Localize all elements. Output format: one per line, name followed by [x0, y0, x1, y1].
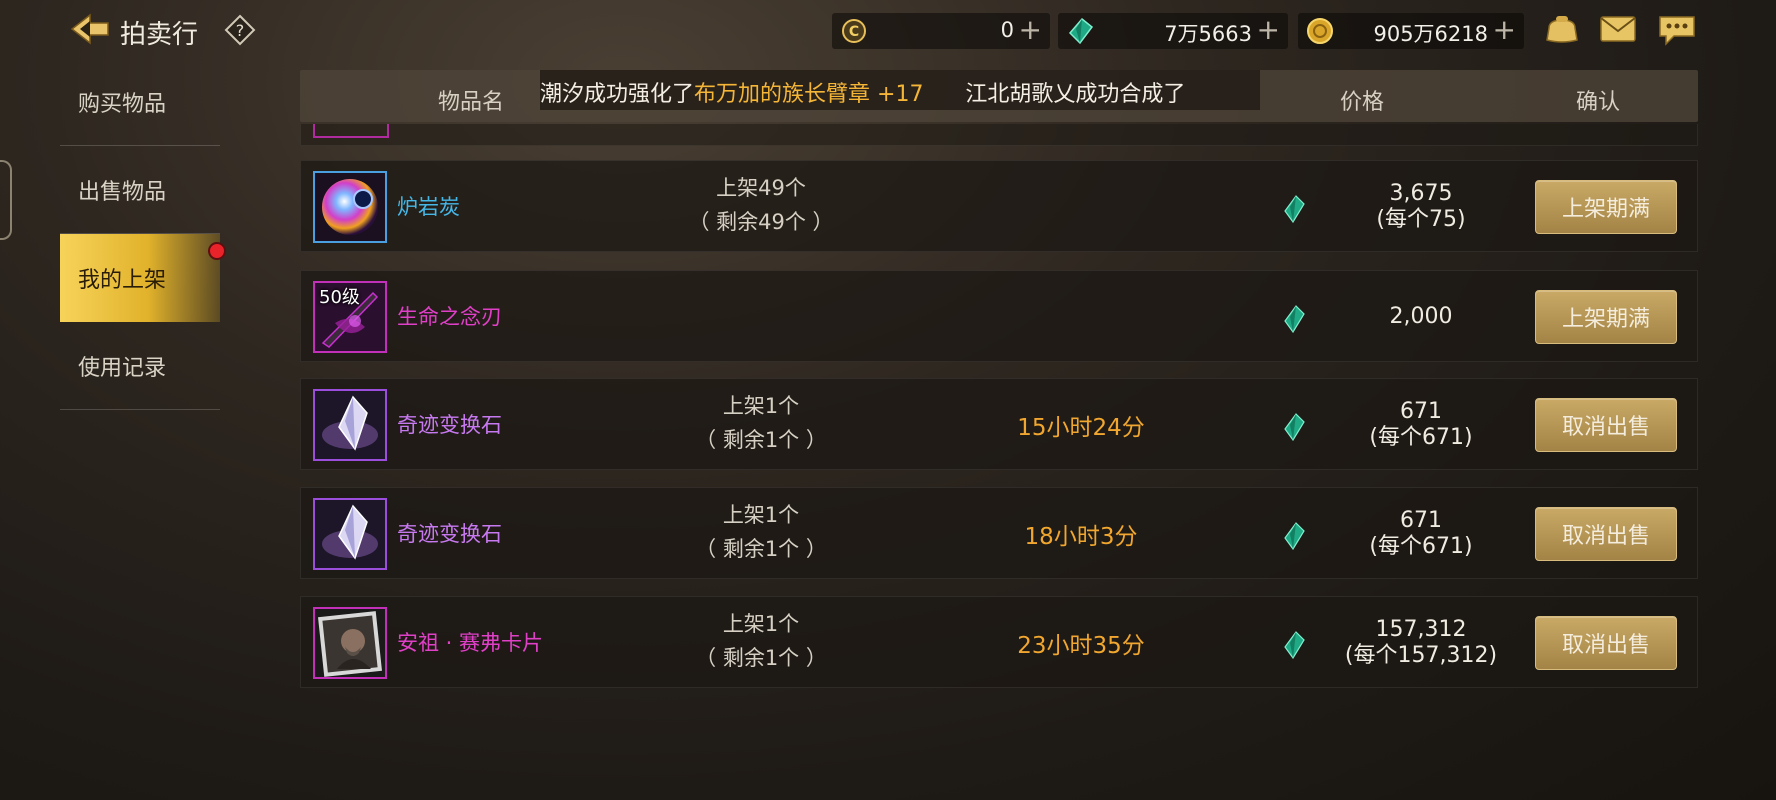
remaining-count: （ 剩余1个 ） — [695, 537, 827, 561]
currency-gem: 7万5663 + — [1058, 13, 1288, 49]
unit-price: (每个75) — [1376, 207, 1466, 232]
green-gem-icon — [1283, 195, 1305, 224]
total-price: 3,675 — [1389, 181, 1453, 206]
unit-price: (每个671) — [1369, 425, 1473, 450]
bag-icon[interactable] — [1544, 14, 1580, 44]
green-gem-icon — [1066, 17, 1094, 45]
column-header-price: 价格 — [1340, 90, 1385, 115]
portrait-card-icon[interactable] — [313, 607, 387, 679]
item-level: 50级 — [319, 287, 360, 308]
ticker-highlight: 布万加的族长臂章 +17 — [694, 82, 924, 107]
currency-coupon: C 0 + — [832, 13, 1050, 49]
svg-text:?: ? — [236, 21, 245, 40]
help-question-icon[interactable]: ? — [224, 14, 256, 46]
table-row: 50级 生命之念刃 2,000 上架期满 — [300, 270, 1698, 362]
listed-count: 上架1个 — [722, 394, 800, 418]
cancel-sale-button[interactable]: 取消出售 — [1535, 507, 1677, 561]
add-gem-button[interactable]: + — [1257, 14, 1280, 46]
unit-price: (每个157,312) — [1344, 643, 1498, 668]
table-row: 炉岩炭 上架49个 （ 剩余49个 ） 3,675 (每个75) 上架期满 — [300, 160, 1698, 252]
remaining-count: （ 剩余49个 ） — [688, 210, 834, 234]
listed-count: 上架1个 — [722, 612, 800, 636]
table-row: 奇迹变换石 上架1个 （ 剩余1个 ） 15小时24分 671 (每个671) … — [300, 378, 1698, 470]
time-remaining: 15小时24分 — [1017, 415, 1145, 441]
page-title: 拍卖行 — [120, 20, 199, 50]
dark-blade-icon[interactable]: 50级 — [313, 281, 387, 353]
table-row: 安祖 · 赛弗卡片 上架1个 （ 剩余1个 ） 23小时35分 157,312 … — [300, 596, 1698, 688]
back-arrow-icon[interactable] — [70, 12, 110, 46]
green-gem-icon — [1283, 305, 1305, 334]
expired-button[interactable]: 上架期满 — [1535, 290, 1677, 344]
ticker-text-1: 潮汐成功强化了 — [540, 82, 695, 107]
column-header-confirm: 确认 — [1576, 90, 1621, 115]
green-gem-icon — [1283, 522, 1305, 551]
total-price: 2,000 — [1389, 304, 1453, 329]
coupon-c-icon: C — [840, 17, 868, 45]
table-row: 奇迹变换石 上架1个 （ 剩余1个 ） 18小时3分 671 (每个671) 取… — [300, 487, 1698, 579]
total-price: 157,312 — [1375, 617, 1467, 642]
mail-icon[interactable] — [1600, 16, 1636, 42]
item-name: 炉岩炭 — [397, 195, 460, 219]
unit-price: (每个671) — [1369, 534, 1473, 559]
item-name: 安祖 · 赛弗卡片 — [397, 631, 544, 655]
remaining-count: （ 剩余1个 ） — [695, 646, 827, 670]
currency-gold: 905万6218 + — [1298, 13, 1524, 49]
item-name: 奇迹变换石 — [397, 413, 502, 437]
green-gem-icon — [1283, 631, 1305, 660]
broadcast-ticker: 潮汐成功强化了布万加的族长臂章 +17 江北胡歌乂成功合成了 — [540, 70, 1260, 110]
ticker-text-2: 江北胡歌乂成功合成了 — [965, 82, 1186, 107]
item-name: 奇迹变换石 — [397, 522, 502, 546]
table-header: 物品名 价格 确认 潮汐成功强化了布万加的族长臂章 +17 江北胡歌乂成功合成了 — [300, 70, 1698, 122]
add-coupon-button[interactable]: + — [1019, 14, 1042, 46]
sidebar-item-buy[interactable]: 购买物品 — [60, 58, 220, 146]
item-icon-frame — [313, 124, 389, 138]
column-header-name: 物品名 — [438, 90, 505, 115]
sidebar-item-usage-log[interactable]: 使用记录 — [60, 322, 220, 410]
notification-dot — [208, 242, 226, 260]
side-panel-handle[interactable] — [0, 160, 12, 240]
sidebar-item-sell[interactable]: 出售物品 — [60, 146, 220, 234]
chat-icon[interactable] — [1658, 14, 1696, 46]
time-remaining: 18小时3分 — [1024, 524, 1138, 550]
crystal-stone-icon[interactable] — [313, 498, 387, 570]
cancel-sale-button[interactable]: 取消出售 — [1535, 616, 1677, 670]
table-row-partial — [300, 124, 1698, 146]
coupon-amount: 0 — [1000, 18, 1014, 42]
sidebar-item-my-listings[interactable]: 我的上架 — [60, 234, 220, 322]
total-price: 671 — [1400, 399, 1442, 424]
crystal-stone-icon[interactable] — [313, 389, 387, 461]
top-bar: 拍卖行 ? C 0 + 7万5663 + 905万6218 + — [0, 0, 1776, 60]
gold-coin-icon — [1306, 17, 1334, 45]
cancel-sale-button[interactable]: 取消出售 — [1535, 398, 1677, 452]
remaining-count: （ 剩余1个 ） — [695, 428, 827, 452]
svg-text:C: C — [849, 24, 859, 40]
item-name: 生命之念刃 — [397, 305, 502, 329]
listed-count: 上架1个 — [722, 503, 800, 527]
listed-count: 上架49个 — [716, 176, 806, 200]
add-gold-button[interactable]: + — [1493, 14, 1516, 46]
lava-orb-icon[interactable] — [313, 171, 387, 243]
total-price: 671 — [1400, 508, 1442, 533]
gem-amount: 7万5663 — [1164, 22, 1252, 46]
time-remaining: 23小时35分 — [1017, 633, 1145, 659]
green-gem-icon — [1283, 413, 1305, 442]
expired-button[interactable]: 上架期满 — [1535, 180, 1677, 234]
gold-amount: 905万6218 — [1373, 22, 1488, 46]
